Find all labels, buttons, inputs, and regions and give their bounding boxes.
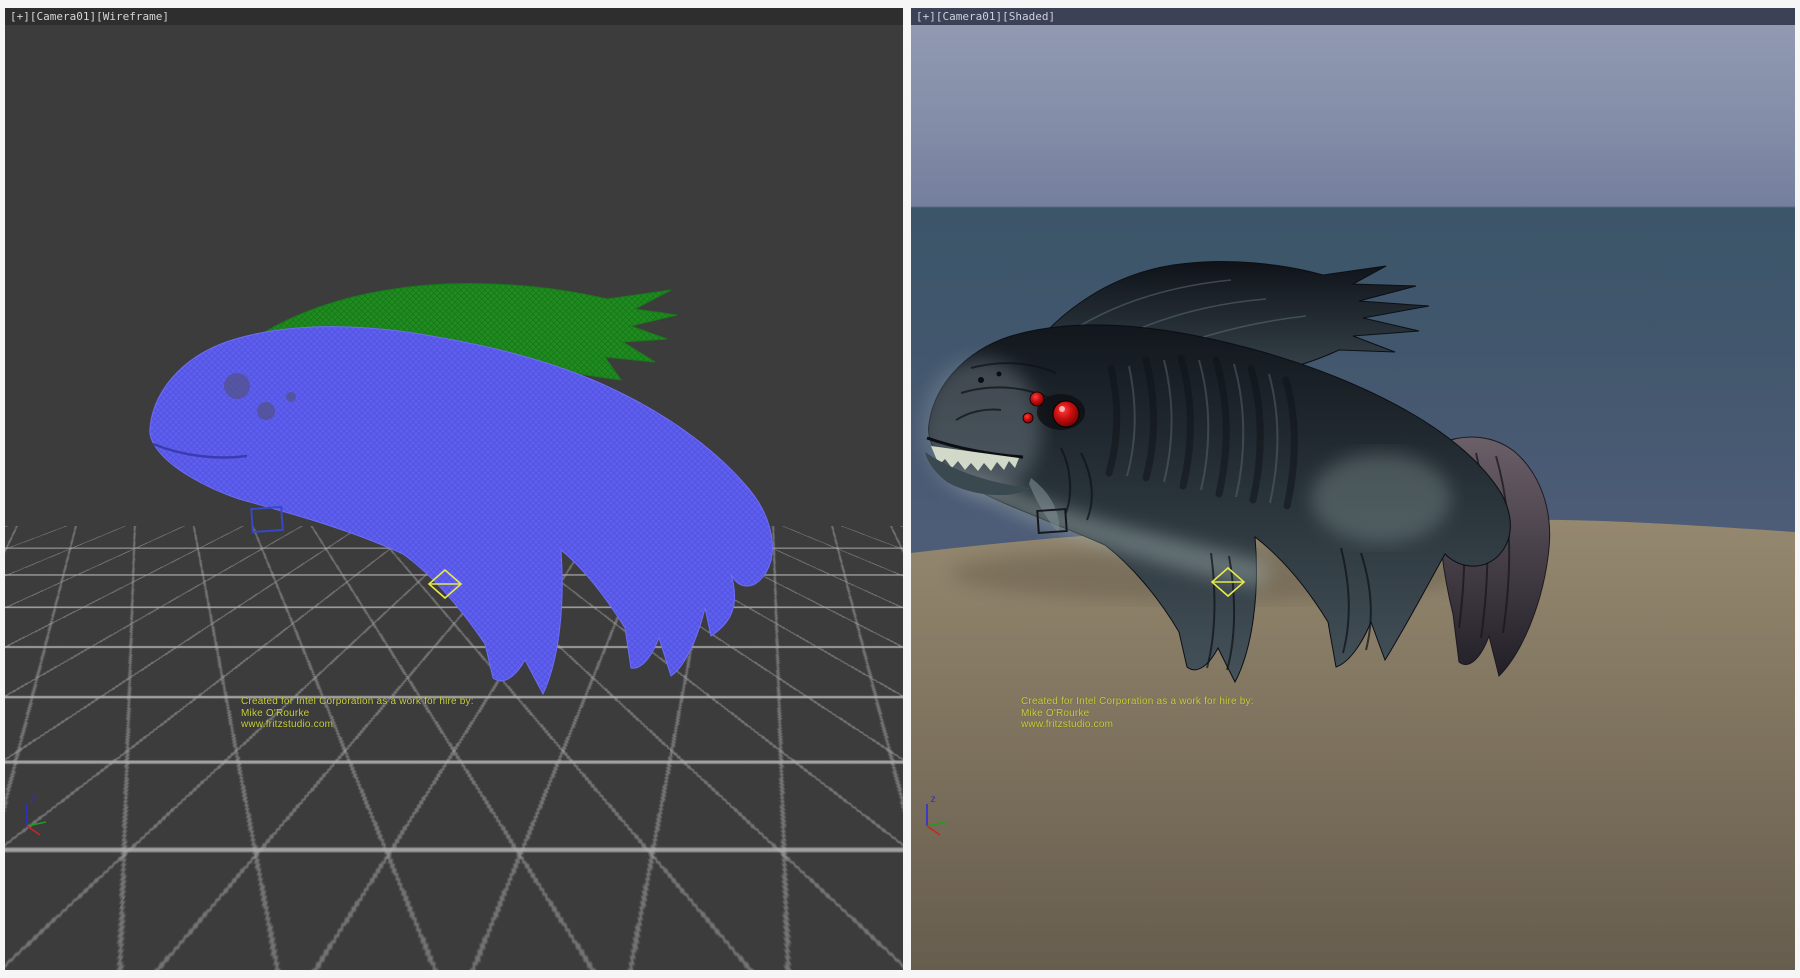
eye-spot	[286, 392, 296, 402]
watermark-line: www.fritzstudio.com	[241, 719, 474, 731]
world-axis-gizmo: z	[27, 794, 46, 835]
viewport-menu-general[interactable]: [+]	[916, 10, 936, 23]
viewport-menu-shading[interactable]: [Shaded]	[1002, 10, 1055, 23]
viewport-shaded[interactable]: [+][Camera01][Shaded]	[911, 8, 1795, 970]
application-window: [+][Camera01][Wireframe]	[0, 0, 1800, 978]
eye	[1053, 401, 1079, 427]
axis-z-label: z	[930, 794, 936, 805]
watermark-line: Mike O'Rourke	[241, 708, 474, 720]
viewport-menu-pov[interactable]: [Camera01]	[936, 10, 1002, 23]
watermark: Created for Intel Corporation as a work …	[241, 696, 474, 731]
scene-wireframe: z	[5, 8, 903, 970]
eye-spot	[224, 373, 250, 399]
eye-small	[1023, 413, 1033, 423]
viewport-menu-general[interactable]: [+]	[10, 10, 30, 23]
nostril	[997, 372, 1002, 377]
watermark: Created for Intel Corporation as a work …	[1021, 696, 1254, 731]
watermark-line: Created for Intel Corporation as a work …	[241, 696, 474, 708]
watermark-line: www.fritzstudio.com	[1021, 719, 1254, 731]
viewport-menu-shading[interactable]: [Wireframe]	[96, 10, 169, 23]
viewport-menu-pov[interactable]: [Camera01]	[30, 10, 96, 23]
watermark-line: Created for Intel Corporation as a work …	[1021, 696, 1254, 708]
wireframe-fish-model[interactable]	[150, 284, 773, 694]
eye-spot	[257, 402, 275, 420]
nostril	[978, 377, 984, 383]
watermark-line: Mike O'Rourke	[1021, 708, 1254, 720]
axis-z-label: z	[30, 794, 36, 805]
eye-gloss	[1059, 406, 1065, 412]
rear-flank-highlight	[1311, 453, 1451, 543]
eye-small	[1030, 392, 1044, 406]
viewport-label: [+][Camera01][Wireframe]	[10, 10, 169, 23]
scene-shaded: z	[911, 8, 1795, 970]
viewport-label: [+][Camera01][Shaded]	[916, 10, 1055, 23]
box-helper[interactable]	[251, 507, 283, 532]
viewport-wireframe[interactable]: [+][Camera01][Wireframe]	[5, 8, 903, 970]
